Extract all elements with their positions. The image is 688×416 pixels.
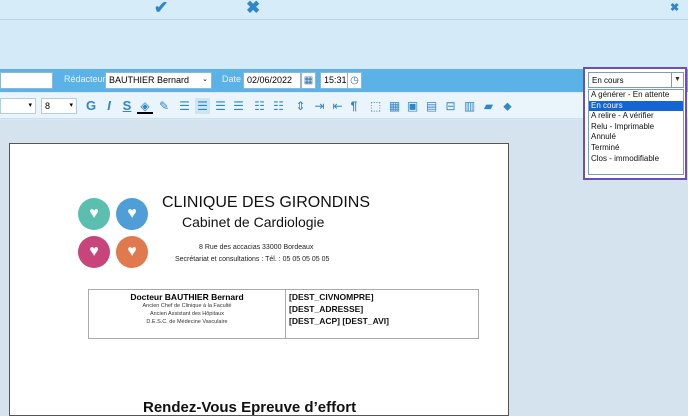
cancel-icon[interactable]: ✖ (246, 0, 260, 18)
heart-pulse-icon: ♥ (89, 243, 99, 260)
doctor-title-line: Ancien Chef de Clinique à la Faculté (142, 303, 232, 309)
line-spacing-icon[interactable]: ⇕ (293, 98, 308, 114)
chevron-down-icon[interactable]: ▼ (671, 73, 683, 87)
folder-add-icon[interactable]: ▰ (481, 98, 496, 114)
font-family-select[interactable]: ▾ (0, 98, 36, 114)
clinic-subtitle: Cabinet de Cardiologie (182, 214, 325, 230)
close-icon[interactable]: ✖ (670, 1, 679, 14)
outdent-icon[interactable]: ⇤ (330, 98, 345, 114)
underline-icon[interactable]: S (120, 98, 134, 114)
vertical-scrollbar[interactable] (677, 180, 688, 416)
doctor-title-line: Ancien Assistant des Hôpitaux (150, 311, 224, 317)
redacteur-label: Rédacteur (64, 74, 106, 84)
heart-pulse-icon: ♥ (127, 205, 137, 222)
date-label: Date (222, 74, 242, 84)
heart-icon: ♥ (127, 243, 137, 260)
image-icon[interactable]: ▣ (405, 98, 420, 114)
page-break-icon[interactable]: ⊟ (443, 98, 458, 114)
highlight-icon[interactable]: ✎ (157, 98, 171, 114)
italic-icon[interactable]: I (103, 98, 115, 114)
status-option-selected[interactable]: En cours (589, 100, 683, 112)
status-option[interactable]: A générer - En attente (589, 90, 683, 101)
date-field[interactable]: 02/06/2022 (243, 72, 301, 89)
align-right-icon[interactable]: ☰ (213, 98, 228, 114)
clinic-address: 8 Rue des accacias 33000 Bordeaux (199, 244, 314, 251)
indent-icon[interactable]: ⇥ (312, 98, 327, 114)
table-icon[interactable]: ▦ (387, 98, 402, 114)
title-field[interactable] (0, 72, 53, 89)
numbered-list-icon[interactable]: ☷ (271, 98, 286, 114)
check-icon[interactable]: ✔ (154, 0, 168, 18)
redacteur-value: BAUTHIER Bernard (109, 75, 190, 85)
redacteur-select[interactable]: BAUTHIER Bernard ⌄ (105, 72, 212, 89)
chevron-down-icon: ▾ (28, 102, 32, 109)
status-option[interactable]: Relu - Imprimable (589, 122, 683, 133)
heart-logo-blue: ♥ (116, 198, 148, 230)
heart-icon: ♥ (89, 205, 99, 222)
document-heading: Rendez-Vous Epreuve d’effort (143, 399, 357, 416)
fill-color-icon[interactable]: ◈ (137, 98, 153, 114)
heart-logo-orange: ♥ (116, 236, 148, 268)
status-option[interactable]: Terminé (589, 143, 683, 154)
align-justify-icon[interactable]: ☰ (231, 98, 246, 114)
status-dropdown-popup: En cours ▼ A générer - En attente En cou… (583, 67, 687, 180)
font-size-value: 8 (45, 101, 51, 111)
barcode-icon[interactable]: ▥ (462, 98, 477, 114)
font-size-select[interactable]: 8 ▾ (41, 98, 77, 114)
clinic-phone: Secrétariat et consultations : Tél. : 05… (175, 256, 330, 263)
dest-field: [DEST_ADRESSE] (289, 304, 364, 314)
status-option[interactable]: A relire - A vérifier (589, 111, 683, 122)
dest-field: [DEST_CIVNOMPRE] (289, 292, 374, 302)
align-center-icon[interactable]: ☰ (195, 98, 210, 114)
time-field[interactable]: 15:31 (320, 72, 348, 89)
header-band (0, 21, 688, 69)
table-divider (285, 290, 286, 338)
tag-icon[interactable]: ⬥ (500, 98, 515, 114)
status-select[interactable]: En cours ▼ (588, 72, 684, 88)
chevron-down-icon: ⌄ (202, 76, 208, 83)
calendar-icon[interactable]: ▦ (301, 72, 316, 89)
bullet-list-icon[interactable]: ☷ (252, 98, 267, 114)
insert-image-icon[interactable]: ▤ (424, 98, 439, 114)
align-left-icon[interactable]: ☰ (177, 98, 192, 114)
top-action-bar: ✔ ✖ ✖ (0, 0, 688, 20)
status-option[interactable]: Annulé (589, 132, 683, 143)
heart-logo-pink: ♥ (78, 236, 110, 268)
status-option[interactable]: Clos - immodifiable (589, 154, 683, 165)
paragraph-icon[interactable]: ¶ (348, 98, 360, 114)
chevron-down-icon: ▾ (69, 102, 73, 109)
clock-icon[interactable]: ◷ (347, 72, 362, 89)
heart-logo-teal: ♥ (78, 198, 110, 230)
dest-field: [DEST_ACP] [DEST_AVI] (289, 316, 389, 326)
doctor-name: Docteur BAUTHIER Bernard (130, 292, 244, 302)
bold-icon[interactable]: G (84, 98, 98, 114)
status-selected-value: En cours (592, 76, 624, 85)
clinic-name: CLINIQUE DES GIRONDINS (162, 194, 371, 211)
header-table: Docteur BAUTHIER Bernard Ancien Chef de … (88, 289, 479, 339)
document-page[interactable] (9, 143, 509, 416)
status-options-list: A générer - En attente En cours A relire… (588, 89, 684, 175)
frame-icon[interactable]: ⬚ (368, 98, 383, 114)
doctor-title-line: D.E.S.C. de Médecine Vasculaire (146, 319, 228, 325)
